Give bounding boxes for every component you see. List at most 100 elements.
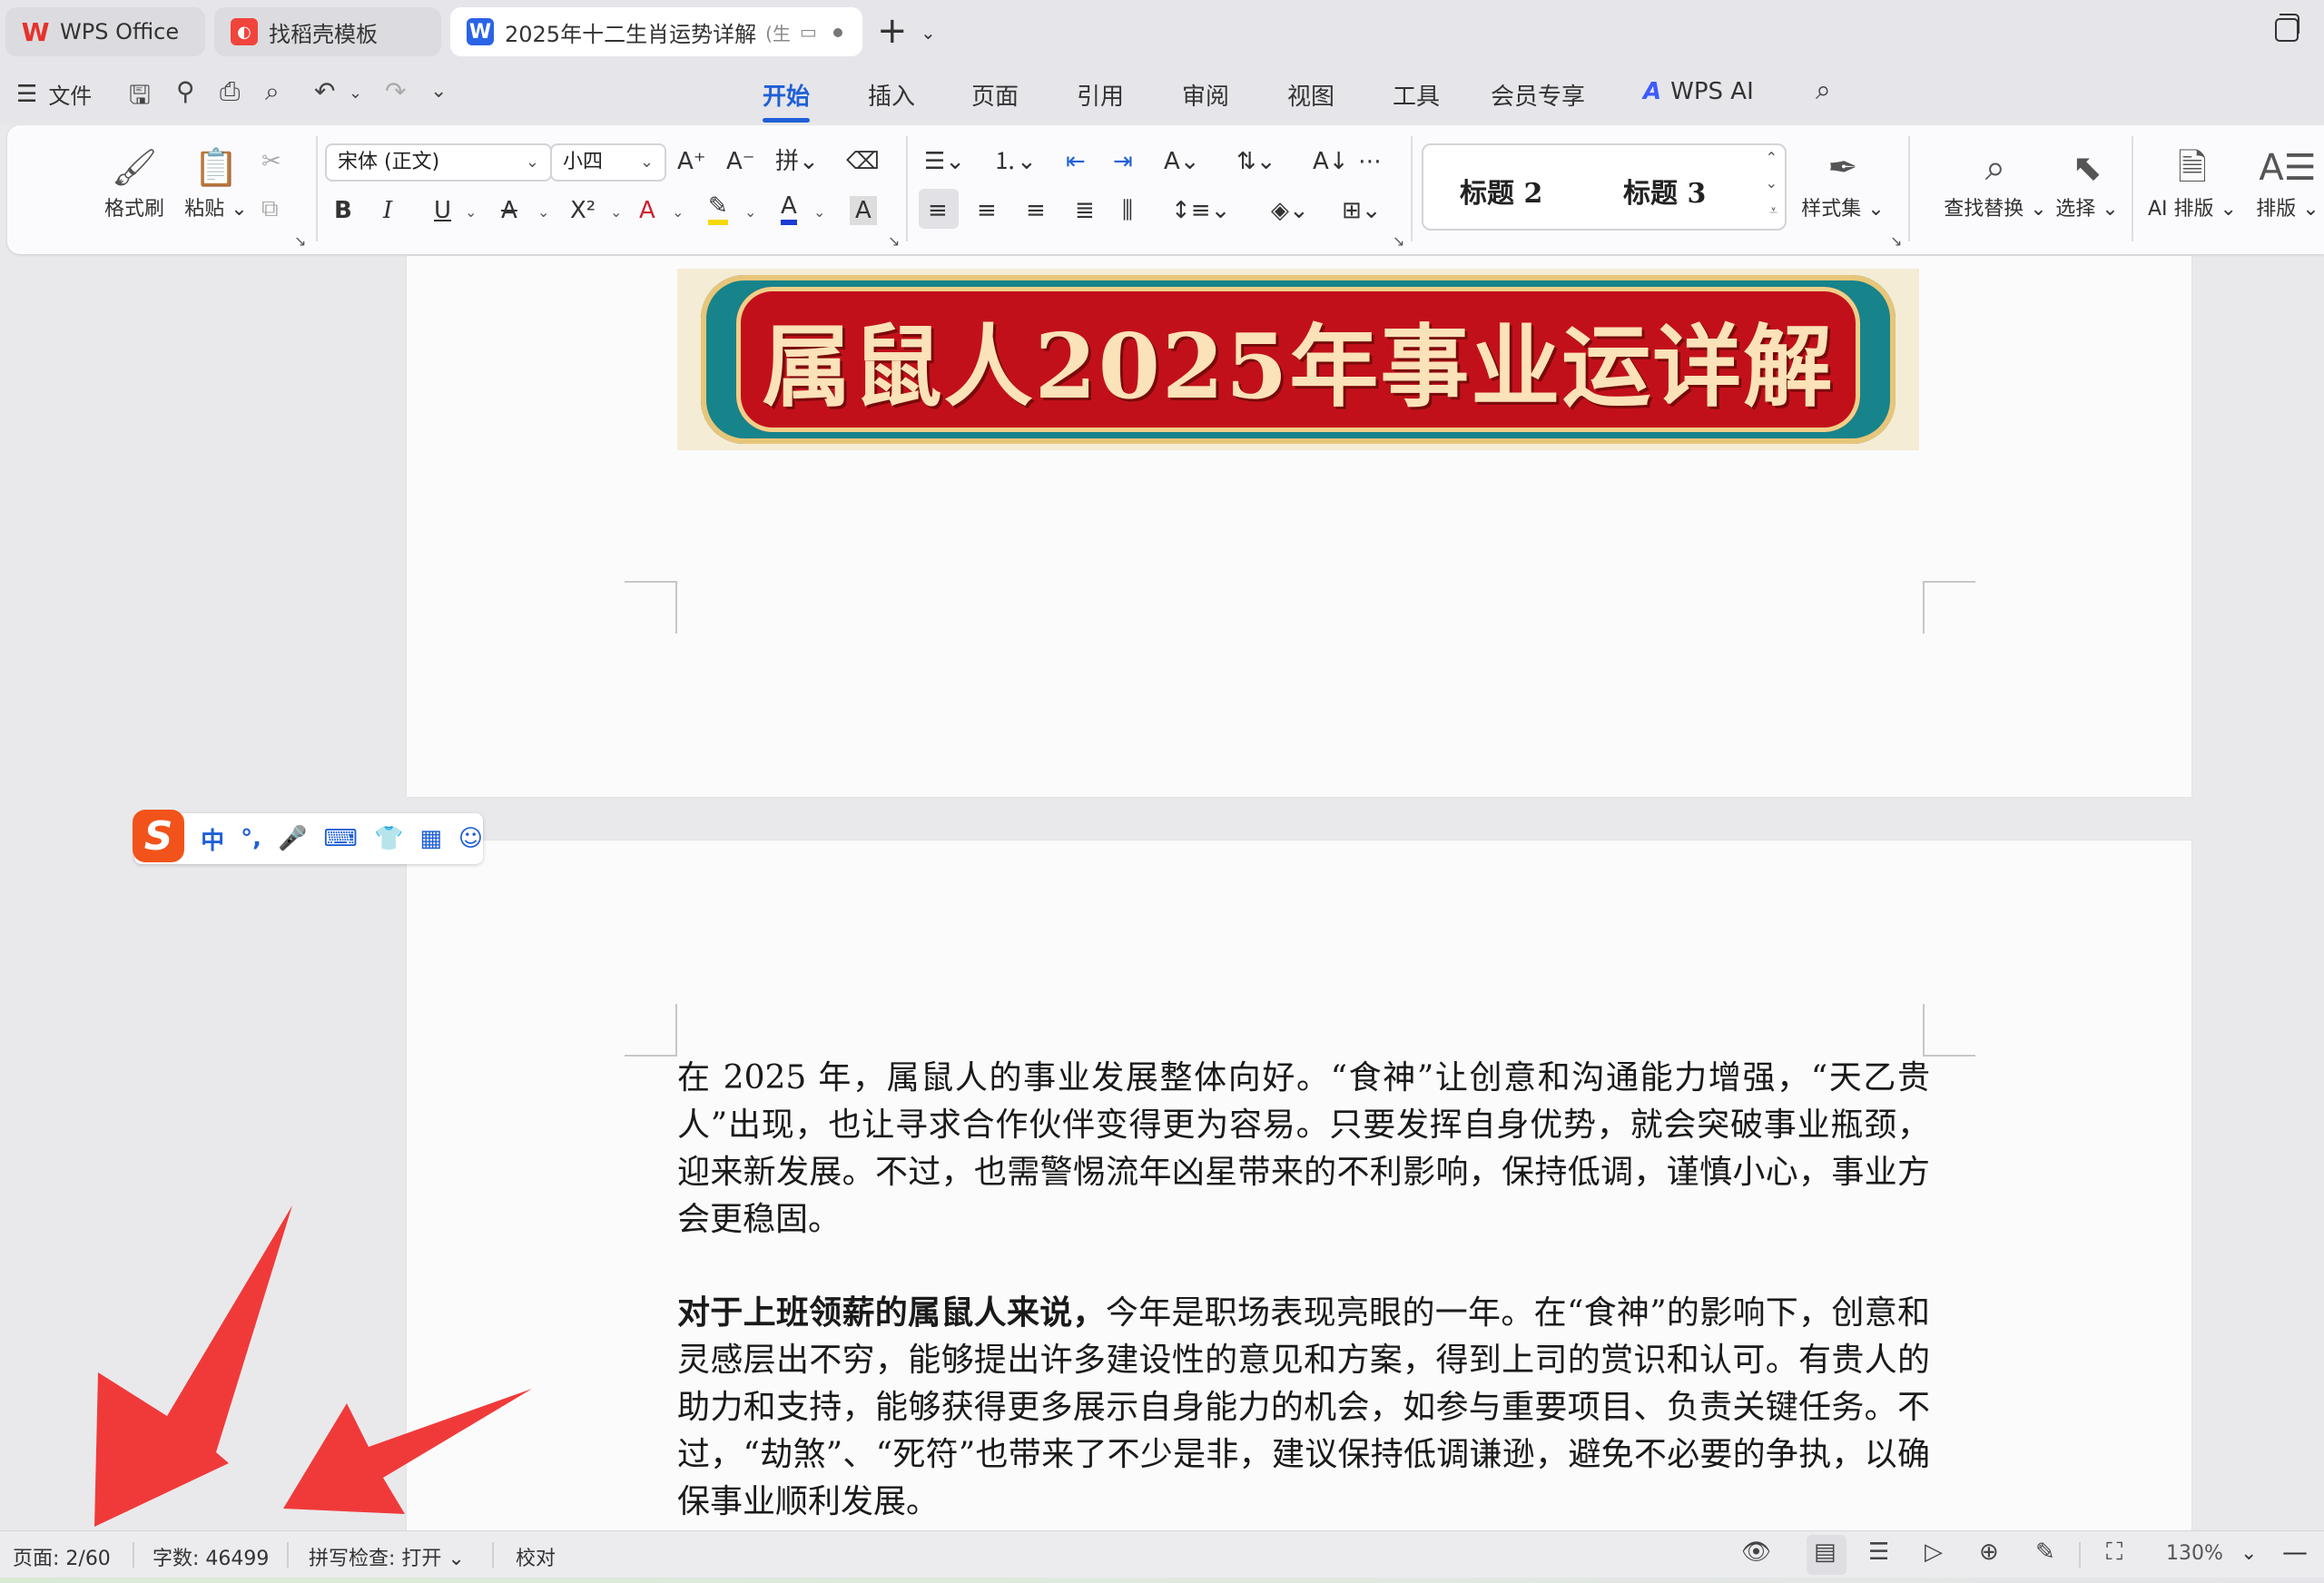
print-icon[interactable]: ⎙ — [220, 76, 240, 107]
tab-page[interactable]: 页面 — [971, 78, 1019, 112]
play-icon[interactable]: ▷ — [1925, 1539, 1943, 1566]
highlight-icon[interactable]: ✎ — [708, 192, 728, 225]
style-heading-3[interactable]: 标题 3 — [1623, 171, 1706, 211]
font-size-select[interactable]: 小四 ⌄ — [550, 143, 666, 182]
justify-icon[interactable]: ≣ — [1075, 196, 1095, 225]
text-effect-icon[interactable]: A — [639, 196, 655, 225]
chevron-down-icon[interactable]: ⌄ — [813, 203, 825, 221]
microphone-icon[interactable]: 🎤 — [278, 825, 307, 852]
expand-gallery-icon[interactable]: ⩡ — [1769, 202, 1777, 220]
file-menu[interactable]: ☰ 文件 — [16, 78, 92, 110]
spell-check-toggle[interactable]: 拼写检查: 打开 ⌄ — [309, 1542, 465, 1571]
layout-button[interactable]: A☰ 排版 ⌄ — [2251, 145, 2324, 221]
bold-button[interactable]: B — [334, 196, 352, 225]
scroll-down-icon[interactable]: ⌄ — [1766, 174, 1777, 192]
chevron-down-icon[interactable]: ⌄ — [610, 203, 622, 221]
shrink-font-icon[interactable]: A⁻ — [726, 147, 755, 176]
skin-icon[interactable]: 👕 — [374, 825, 403, 852]
paragraph-2[interactable]: 对于上班领薪的属鼠人来说，今年是职场表现亮眼的一年。在“食神”的影响下，创意和灵… — [677, 1289, 1930, 1526]
text-direction-icon[interactable]: A⌄ — [1164, 147, 1200, 176]
ai-layout-button[interactable]: 🗎 AI 排版 ⌄ — [2142, 145, 2242, 221]
fit-page-icon[interactable]: ⛶ — [2106, 1539, 2122, 1567]
save-icon[interactable]: 🖫 — [129, 76, 151, 120]
sort-az-icon[interactable]: A↓ — [1313, 147, 1349, 176]
zoom-level[interactable]: 130% — [2166, 1542, 2223, 1565]
ime-mode-chinese[interactable]: 中 — [201, 822, 224, 856]
eye-icon[interactable]: 👁 — [1741, 1539, 1771, 1566]
font-color-button[interactable]: A — [781, 192, 797, 225]
grow-font-icon[interactable]: A⁺ — [677, 147, 706, 176]
tab-insert[interactable]: 插入 — [868, 78, 915, 112]
ime-toolbar[interactable]: S 中 °, 🎤 ⌨ 👕 ▦ ☺ — [133, 810, 483, 864]
zoom-out-icon[interactable]: — — [2282, 1537, 2308, 1567]
keyboard-icon[interactable]: ⌨ — [323, 825, 358, 852]
tab-review[interactable]: 审阅 — [1182, 78, 1229, 112]
document-page[interactable]: 属鼠人2025年事业运详解 — [407, 256, 2191, 797]
tab-tools[interactable]: 工具 — [1393, 78, 1440, 112]
document-body[interactable]: 在 2025 年，属鼠人的事业发展整体向好。“食神”让创意和沟通能力增强，“天乙… — [677, 1055, 1930, 1571]
tab-references[interactable]: 引用 — [1077, 78, 1124, 112]
pen-icon[interactable]: ✎ — [2035, 1539, 2055, 1566]
align-center-icon[interactable]: ≡ — [977, 196, 997, 225]
sort-icon[interactable]: ⇅⌄ — [1236, 147, 1276, 176]
web-view-icon[interactable]: ⊕ — [1979, 1539, 1999, 1566]
zoom-dropdown-icon[interactable]: ⌄ — [2240, 1542, 2257, 1565]
select-button[interactable]: ⬉ 选择 ⌄ — [2046, 145, 2128, 221]
italic-button[interactable]: I — [383, 196, 392, 225]
style-heading-2[interactable]: 标题 2 — [1460, 171, 1542, 211]
font-name-select[interactable]: 宋体 (正文) ⌄ — [325, 143, 552, 182]
underline-button[interactable]: U — [434, 196, 451, 225]
scroll-up-icon[interactable]: ⌃ — [1766, 149, 1777, 166]
tab-member[interactable]: 会员专享 — [1491, 78, 1585, 112]
show-marks-icon[interactable]: ⋯ — [1358, 147, 1382, 176]
tab-current-document[interactable]: W 2025年十二生肖运势详解 (生 ▭ — [450, 7, 862, 56]
print-preview-icon[interactable]: ⌕ — [265, 76, 280, 107]
bullet-list-icon[interactable]: ☰⌄ — [924, 147, 965, 176]
line-spacing-icon[interactable]: ↕≡⌄ — [1171, 196, 1230, 225]
clear-format-icon[interactable]: ⌫ — [846, 147, 880, 176]
numbered-list-icon[interactable]: ⒈⌄ — [993, 147, 1037, 176]
page-indicator[interactable]: 页面: 2/60 — [13, 1542, 111, 1571]
window-restore-icon[interactable] — [2275, 14, 2299, 42]
wps-ai-button[interactable]: A WPS AI — [1643, 78, 1754, 105]
chevron-down-icon[interactable]: ⌄ — [744, 203, 756, 221]
style-set-button[interactable]: ✒ 样式集 ⌄ — [1797, 145, 1888, 221]
font-launcher-icon[interactable]: ↘ — [888, 232, 900, 250]
shading-icon[interactable]: ◈⌄ — [1271, 196, 1309, 225]
sogou-logo-icon[interactable]: S — [133, 810, 185, 862]
chevron-down-icon[interactable]: ⌄ — [465, 203, 477, 221]
styles-launcher-icon[interactable]: ↘ — [1890, 232, 1902, 250]
increase-indent-icon[interactable]: ⇥ — [1113, 147, 1133, 176]
tab-home[interactable]: 开始 — [763, 78, 811, 123]
outline-view-icon[interactable]: ☰ — [1868, 1539, 1889, 1566]
superscript-button[interactable]: X² — [570, 196, 596, 225]
apps-grid-icon[interactable]: ▦ — [419, 825, 442, 852]
tab-wps-office[interactable]: W WPS Office — [5, 7, 205, 56]
redo-icon[interactable]: ↷ — [385, 76, 406, 106]
paragraph-1[interactable]: 在 2025 年，属鼠人的事业发展整体向好。“食神”让创意和沟通能力增强，“天乙… — [677, 1055, 1930, 1244]
undo-icon[interactable]: ↶ — [314, 76, 335, 106]
clipboard-launcher-icon[interactable]: ↘ — [294, 232, 306, 250]
format-brush-icon[interactable]: ⚲ — [176, 76, 195, 106]
undo-dropdown-icon[interactable]: ⌄ — [349, 84, 362, 103]
paste-button[interactable]: 📋 粘贴 ⌄ — [180, 145, 252, 221]
more-chevron-icon[interactable]: ⌄ — [430, 80, 447, 103]
chevron-down-icon[interactable]: ⌄ — [921, 22, 936, 44]
ime-punctuation[interactable]: °, — [241, 825, 261, 852]
document-page[interactable]: 在 2025 年，属鼠人的事业发展整体向好。“食神”让创意和沟通能力增强，“天乙… — [407, 841, 2191, 1530]
search-icon[interactable]: ⌕ — [1816, 74, 1831, 106]
paragraph-launcher-icon[interactable]: ↘ — [1393, 232, 1404, 250]
mascot-icon[interactable]: ☺ — [458, 825, 483, 852]
tab-view[interactable]: 视图 — [1287, 78, 1334, 112]
char-shading-icon[interactable]: A — [850, 196, 877, 225]
copy-icon[interactable]: ⧉ — [261, 194, 279, 223]
cut-icon[interactable]: ✂ — [261, 147, 281, 176]
align-right-icon[interactable]: ≡ — [1026, 196, 1046, 225]
phonetic-guide-icon[interactable]: 拼⌄ — [775, 147, 819, 176]
tab-docer-templates[interactable]: ◐ 找稻壳模板 — [214, 7, 441, 56]
align-left-icon[interactable]: ≡ — [928, 196, 948, 225]
proofread-button[interactable]: 校对 — [516, 1542, 556, 1571]
decrease-indent-icon[interactable]: ⇤ — [1066, 147, 1086, 176]
format-painter-button[interactable]: 🖌 格式刷 — [98, 145, 171, 221]
new-tab-plus-icon[interactable]: + — [877, 11, 908, 51]
